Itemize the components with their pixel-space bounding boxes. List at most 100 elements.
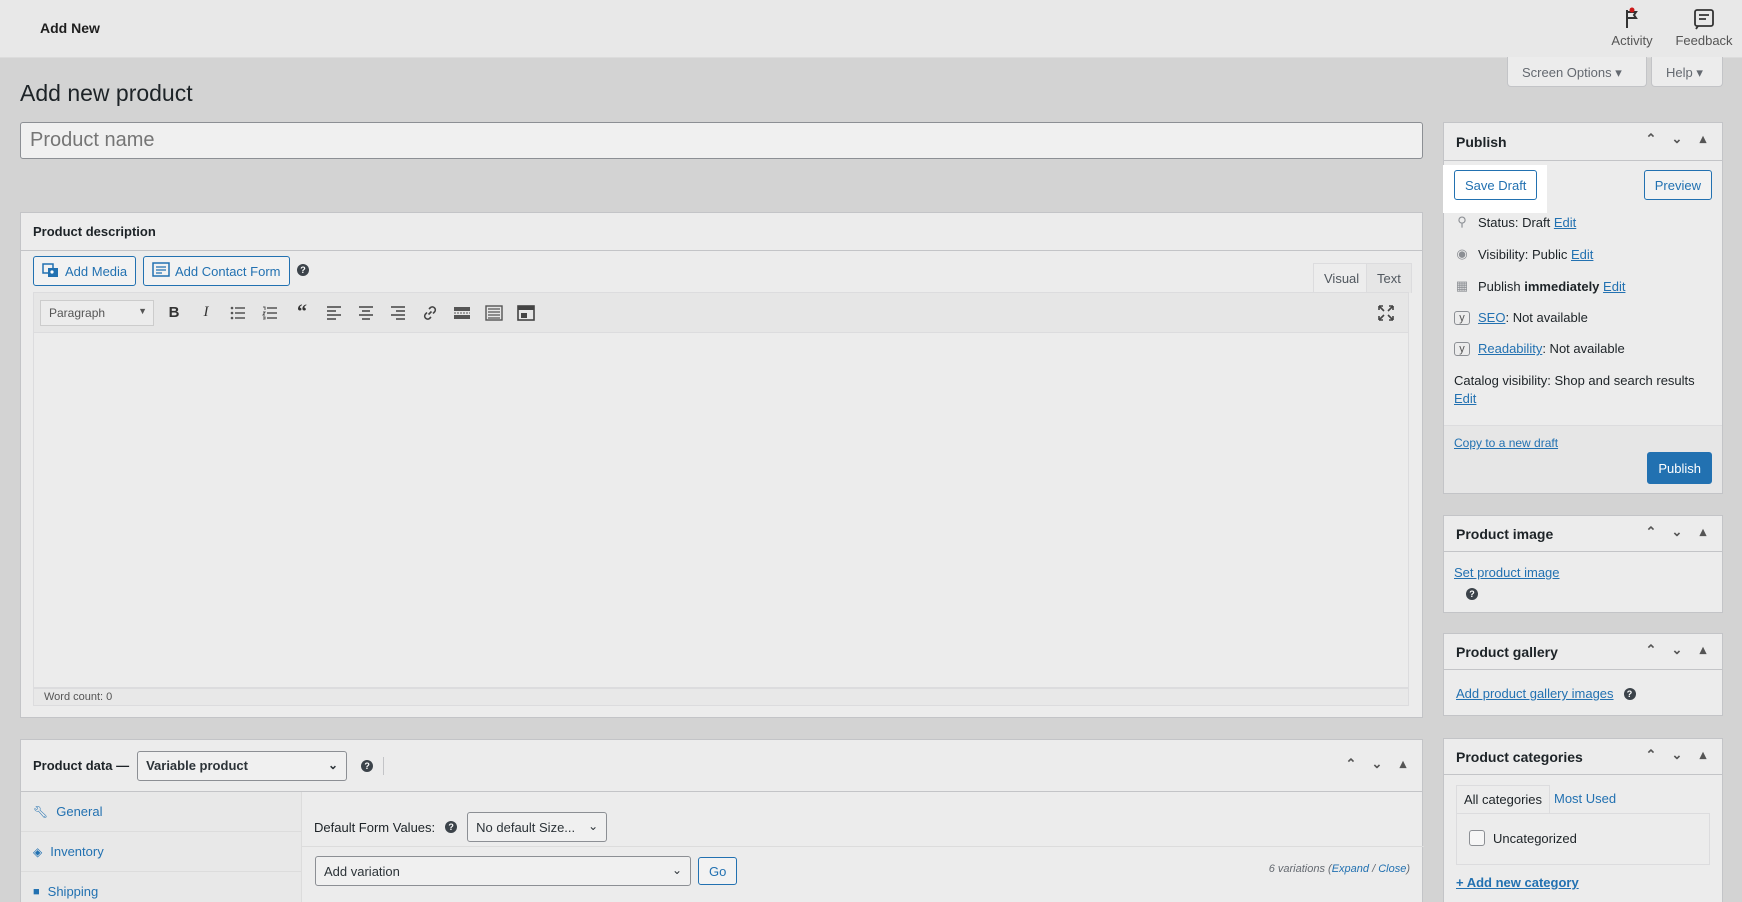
toggle-icon[interactable]: ▴ [1694,131,1712,147]
catalog-visibility-label: Catalog visibility: [1454,373,1551,388]
chevron-down-icon: ⌄ [671,863,682,877]
move-up-icon[interactable]: ⌃ [1642,524,1660,540]
seo-link[interactable]: SEO [1478,310,1505,325]
screen-options-button[interactable]: Screen Options ▾ [1507,57,1647,87]
add-gallery-images-link[interactable]: Add product gallery images [1456,686,1614,701]
toggle-icon[interactable]: ▴ [1694,747,1712,763]
move-down-icon[interactable]: ⌄ [1668,747,1686,763]
readability-link[interactable]: Readability [1478,341,1542,356]
product-categories-title: Product categories [1456,748,1583,765]
activity-button[interactable]: Activity [1597,7,1667,48]
help-label: Help [1666,65,1693,80]
editor-toolbar: Paragraph ▼ B I “ [33,292,1409,332]
copy-to-draft-link[interactable]: Copy to a new draft [1454,436,1558,450]
default-size-value: No default Size... [476,819,576,835]
go-button[interactable]: Go [698,857,738,885]
fullscreen-icon[interactable] [1374,301,1398,325]
set-product-image-link[interactable]: Set product image [1454,565,1560,580]
tab-all-categories[interactable]: All categories [1456,785,1551,814]
box-handle-controls: ⌃ ⌄ ▴ [1642,524,1712,540]
add-media-label: Add Media [65,263,128,279]
feedback-button[interactable]: Feedback [1669,7,1739,48]
product-name-input[interactable] [20,122,1423,159]
box-handle-controls: ⌃ ⌄ ▴ [1642,747,1712,763]
bullet-list-icon[interactable] [226,301,250,325]
variations-summary: 6 variations (Expand / Close) [1268,863,1410,875]
move-up-icon[interactable]: ⌃ [1642,642,1660,658]
publish-button[interactable]: Publish [1647,452,1712,484]
wrench-icon: 🔧︎ [33,804,49,819]
chevron-down-icon: ⌄ [588,819,599,833]
help-icon[interactable]: ? [297,264,309,276]
add-variation-select[interactable]: Add variation ⌄ [315,856,691,886]
move-up-icon[interactable]: ⌃ [1642,131,1660,147]
toggle-icon[interactable]: ▴ [1694,642,1712,658]
move-up-icon[interactable]: ⌃ [1342,756,1360,772]
read-more-icon[interactable] [450,301,474,325]
link-icon[interactable] [418,301,442,325]
toggle-icon[interactable]: ▴ [1694,524,1712,540]
product-data-tabs: 🔧︎ General ◈ Inventory ■ Shipping [21,792,302,902]
help-icon[interactable]: ? [361,759,374,772]
tab-text[interactable]: Text [1366,263,1412,293]
divider [302,846,1424,847]
catalog-visibility-value: Shop and search results [1554,373,1695,388]
numbered-list-icon[interactable] [258,301,282,325]
tab-general[interactable]: 🔧︎ General [21,792,301,832]
product-type-select[interactable]: Variable product ⌄ [137,750,348,781]
publish-header: Publish ⌃ ⌄ ▴ [1444,123,1722,161]
italic-icon[interactable]: I [194,301,218,325]
add-contact-form-button[interactable]: Add Contact Form [143,256,290,286]
yoast-icon: y [1454,341,1470,356]
category-checkbox[interactable] [1469,830,1485,846]
quote-icon[interactable]: “ [290,301,314,325]
default-size-select[interactable]: No default Size... ⌄ [467,812,608,842]
tag-icon: ◈ [33,844,43,859]
move-down-icon[interactable]: ⌄ [1368,756,1386,772]
tab-most-used[interactable]: Most Used [1554,791,1616,806]
catalog-edit-link[interactable]: Edit [1454,391,1476,406]
move-up-icon[interactable]: ⌃ [1642,747,1660,763]
product-data-box: Product data — Variable product ⌄ ? ⌃ ⌄ … [20,739,1424,902]
media-icon [42,262,60,281]
editor-content-area[interactable] [33,332,1409,688]
activity-label: Activity [1611,33,1653,48]
feedback-label: Feedback [1675,33,1733,48]
tab-inventory-label: Inventory [50,844,104,859]
move-down-icon[interactable]: ⌄ [1668,524,1686,540]
help-icon[interactable]: ? [1466,588,1478,600]
align-left-icon[interactable] [322,301,346,325]
product-image-header: Product image ⌃ ⌄ ▴ [1444,516,1722,552]
product-description-title: Product description [21,213,1422,251]
status-row: ⚲ Status: Draft Edit [1454,214,1712,230]
format-select[interactable]: Paragraph ▼ [40,299,154,326]
visibility-edit-link[interactable]: Edit [1571,247,1593,262]
toggle-icon[interactable]: ▴ [1394,756,1412,772]
add-new-category-link[interactable]: + Add new category [1456,875,1579,890]
expand-link[interactable]: Expand [1332,863,1369,875]
schedule-edit-link[interactable]: Edit [1603,279,1625,294]
move-down-icon[interactable]: ⌄ [1668,642,1686,658]
help-icon[interactable]: ? [445,821,458,833]
add-variation-value: Add variation [324,863,400,879]
toolbar-toggle-icon[interactable] [482,301,506,325]
product-data-title: Product data — [33,758,130,773]
align-center-icon[interactable] [354,301,378,325]
caret-down-icon: ▼ [138,305,147,316]
preview-button[interactable]: Preview [1643,170,1712,200]
align-right-icon[interactable] [386,301,410,325]
help-icon[interactable]: ? [1623,687,1636,700]
add-media-button[interactable]: Add Media [33,256,137,286]
tab-inventory[interactable]: ◈ Inventory [21,832,301,872]
status-edit-link[interactable]: Edit [1554,215,1576,230]
word-count: Word count: 0 [33,688,1409,706]
help-button[interactable]: Help ▾ [1651,57,1723,87]
form-insert-icon[interactable] [514,301,538,325]
bold-icon[interactable]: B [162,301,186,325]
readability-row: y Readability: Not available [1454,341,1712,356]
tab-visual[interactable]: Visual [1313,263,1371,293]
save-draft-button[interactable]: Save Draft [1454,170,1538,200]
tab-shipping[interactable]: ■ Shipping [21,872,301,902]
move-down-icon[interactable]: ⌄ [1668,131,1686,147]
close-link[interactable]: Close [1378,863,1406,875]
